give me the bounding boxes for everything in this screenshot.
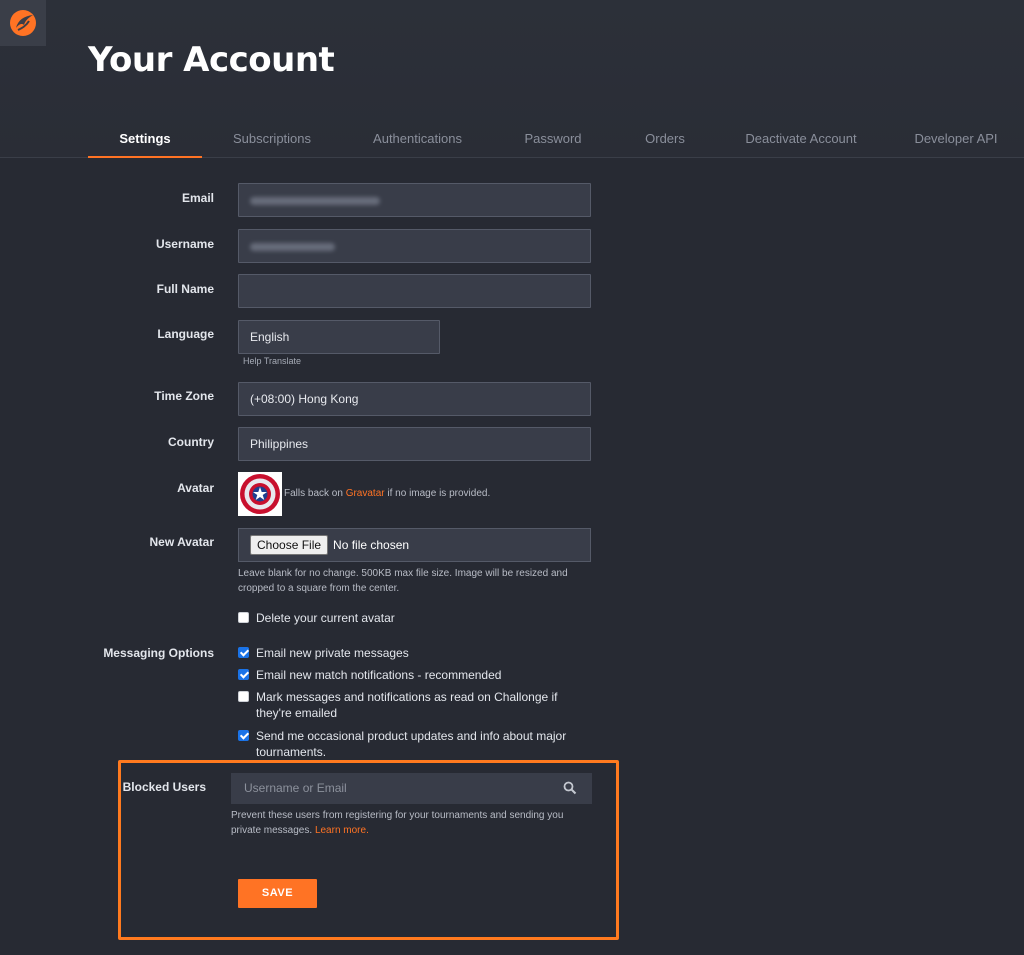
blocked-users-label: Blocked Users	[122, 780, 206, 794]
messaging-option-label: Send me occasional product updates and i…	[256, 729, 567, 759]
language-label: Language	[157, 327, 214, 341]
blocked-users-hint-text: Prevent these users from registering for…	[231, 810, 564, 836]
messaging-option-label: Email new match notifications - recommen…	[256, 668, 502, 682]
delete-avatar-label: Delete your current avatar	[256, 611, 395, 625]
avatar-note-prefix: Falls back on	[284, 488, 346, 499]
email-field[interactable]	[238, 183, 591, 217]
username-value-redacted	[250, 242, 335, 251]
full-name-label: Full Name	[156, 282, 214, 296]
messaging-option[interactable]: Email new match notifications - recommen…	[238, 667, 576, 683]
email-match-notifications-checkbox[interactable]	[238, 669, 249, 680]
email-private-messages-checkbox[interactable]	[238, 647, 249, 658]
username-label: Username	[155, 237, 214, 251]
messaging-option[interactable]: Mark messages and notifications as read …	[238, 689, 576, 721]
new-avatar-label: New Avatar	[149, 535, 214, 549]
save-button[interactable]: SAVE	[238, 879, 317, 908]
new-avatar-file-input[interactable]: Choose File No file chosen	[238, 528, 591, 562]
time-zone-select[interactable]: (+08:00) Hong Kong	[238, 382, 591, 416]
gravatar-link[interactable]: Gravatar	[346, 488, 385, 499]
time-zone-label: Time Zone	[154, 389, 214, 403]
tab-orders[interactable]: Orders	[635, 120, 695, 158]
new-avatar-hint: Leave blank for no change. 500KB max fil…	[238, 568, 568, 594]
tab-settings[interactable]: Settings	[88, 120, 202, 158]
tab-authentications[interactable]: Authentications	[360, 120, 475, 158]
avatar-note: Falls back on Gravatar if no image is pr…	[284, 486, 490, 501]
email-value-redacted	[250, 196, 380, 205]
file-status: No file chosen	[333, 538, 410, 552]
country-select[interactable]: Philippines	[238, 427, 591, 461]
account-tabs: Settings Subscriptions Authentications P…	[0, 120, 1024, 158]
messaging-option[interactable]: Email new private messages	[238, 645, 576, 661]
blocked-users-search-input[interactable]: Username or Email	[231, 773, 592, 804]
avatar	[238, 472, 282, 516]
blocked-users-hint: Prevent these users from registering for…	[231, 808, 581, 838]
language-select[interactable]: English	[238, 320, 440, 354]
messaging-option-label: Email new private messages	[256, 646, 409, 660]
tab-subscriptions[interactable]: Subscriptions	[222, 120, 322, 158]
messaging-option[interactable]: Send me occasional product updates and i…	[238, 728, 576, 760]
product-updates-checkbox[interactable]	[238, 730, 249, 741]
country-label: Country	[168, 435, 214, 449]
choose-file-button[interactable]: Choose File	[250, 535, 329, 555]
page-title: Your Account	[88, 40, 335, 80]
delete-avatar-checkbox[interactable]	[238, 612, 249, 623]
help-translate-link[interactable]: Help Translate	[243, 356, 301, 366]
tab-developer-api[interactable]: Developer API	[905, 120, 1007, 158]
search-icon[interactable]	[563, 781, 577, 795]
challonge-logo[interactable]	[0, 0, 46, 46]
full-name-field[interactable]	[238, 274, 591, 308]
avatar-note-suffix: if no image is provided.	[384, 488, 491, 499]
messaging-option-label: Mark messages and notifications as read …	[256, 690, 558, 720]
tab-deactivate-account[interactable]: Deactivate Account	[738, 120, 864, 158]
challonge-logo-icon	[10, 10, 36, 36]
messaging-options-label: Messaging Options	[103, 646, 214, 660]
mark-read-checkbox[interactable]	[238, 691, 249, 702]
delete-avatar-option[interactable]: Delete your current avatar	[238, 610, 576, 626]
username-field[interactable]	[238, 229, 591, 263]
avatar-label: Avatar	[177, 481, 214, 495]
tab-password[interactable]: Password	[513, 120, 593, 158]
learn-more-link[interactable]: Learn more.	[315, 825, 369, 836]
page-header: Your Account Settings Subscriptions Auth…	[0, 0, 1024, 158]
captain-america-shield-icon	[240, 474, 280, 514]
email-label: Email	[181, 191, 214, 205]
